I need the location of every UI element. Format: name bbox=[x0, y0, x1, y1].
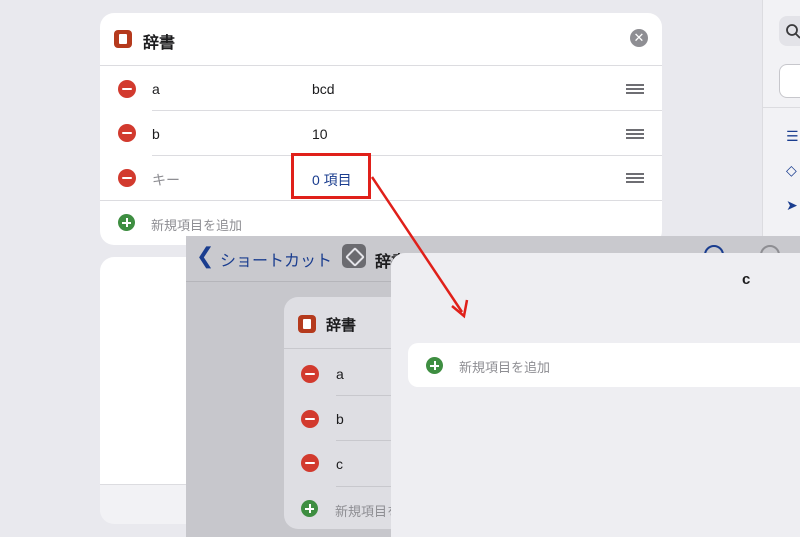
row-value[interactable]: 10 bbox=[312, 126, 328, 142]
add-item-button[interactable]: 新規項目を追加 bbox=[151, 215, 242, 234]
row-value[interactable]: bcd bbox=[312, 81, 335, 97]
inset-row-key[interactable]: c bbox=[336, 456, 343, 472]
drag-handle-icon[interactable] bbox=[626, 129, 644, 139]
close-icon[interactable]: ✕ bbox=[630, 29, 648, 47]
value-sheet bbox=[391, 253, 800, 537]
row-key[interactable]: a bbox=[152, 81, 160, 97]
dictionary-card: 辞書 ✕ a bcd b 10 キー 0 項目 新規項目を追加 bbox=[100, 13, 662, 245]
remove-row-button[interactable] bbox=[301, 454, 319, 472]
remove-row-button[interactable] bbox=[301, 365, 319, 383]
search-icon bbox=[786, 24, 800, 39]
sidebar-search-button[interactable] bbox=[779, 16, 800, 46]
chevron-left-icon[interactable]: ❮ bbox=[196, 243, 214, 269]
book-icon bbox=[298, 315, 316, 333]
add-item-icon[interactable] bbox=[426, 357, 443, 374]
book-icon bbox=[114, 30, 132, 48]
inset-row-key[interactable]: b bbox=[336, 411, 344, 427]
row-key-placeholder[interactable]: キー bbox=[152, 170, 180, 190]
row-divider bbox=[100, 200, 662, 201]
back-button[interactable]: ショートカット bbox=[220, 247, 332, 271]
inset-row-key[interactable]: a bbox=[336, 366, 344, 382]
background-card-footer bbox=[100, 484, 186, 524]
remove-row-button[interactable] bbox=[301, 410, 319, 428]
sidebar-search-field[interactable] bbox=[779, 64, 800, 98]
drag-handle-icon[interactable] bbox=[626, 173, 644, 183]
dictionary-header: 辞書 ✕ bbox=[100, 13, 662, 66]
dictionary-title: 辞書 bbox=[143, 35, 176, 52]
row-divider bbox=[152, 110, 662, 111]
add-item-icon[interactable] bbox=[301, 500, 318, 517]
sheet-add-item-button[interactable]: 新規項目を追加 bbox=[459, 357, 550, 376]
tag-icon[interactable]: ◇ bbox=[786, 162, 797, 179]
remove-row-button[interactable] bbox=[118, 124, 136, 142]
highlight-box bbox=[291, 153, 371, 199]
sidebar-divider bbox=[762, 107, 800, 108]
shortcut-icon bbox=[342, 244, 366, 268]
remove-row-button[interactable] bbox=[118, 169, 136, 187]
remove-row-button[interactable] bbox=[118, 80, 136, 98]
drag-handle-icon[interactable] bbox=[626, 84, 644, 94]
row-divider bbox=[152, 155, 662, 156]
inset-card-title: 辞書 bbox=[326, 317, 357, 334]
sheet-title: c bbox=[742, 271, 751, 288]
row-key[interactable]: b bbox=[152, 126, 160, 142]
location-arrow-icon[interactable]: ➤ bbox=[786, 197, 798, 214]
list-icon[interactable]: ☰ bbox=[786, 128, 799, 145]
sheet-add-row[interactable]: 新規項目を追加 bbox=[408, 343, 800, 387]
add-item-icon[interactable] bbox=[118, 214, 135, 231]
